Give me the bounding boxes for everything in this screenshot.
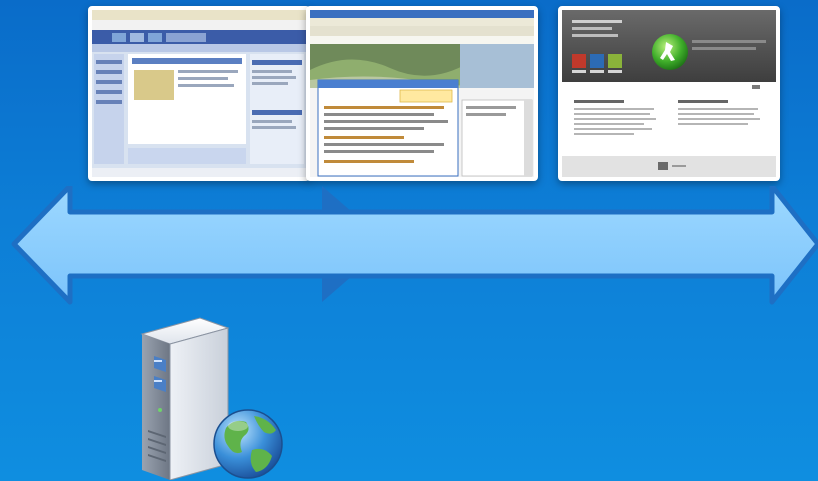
legacy-web-portal-screenshot xyxy=(88,6,310,181)
arrow-shape xyxy=(11,186,818,305)
modern-web-app-screenshot xyxy=(558,6,780,181)
legacy-portal-image xyxy=(92,10,306,177)
modern-web-app-image xyxy=(562,10,776,177)
browser-window-screenshot xyxy=(306,6,538,181)
browser-window-image xyxy=(310,10,534,177)
double-headed-arrow xyxy=(11,186,818,305)
arrow-notch-top xyxy=(322,186,352,212)
web-server-globe-icon xyxy=(140,317,283,480)
arrow-notch-bottom xyxy=(322,276,352,302)
diagram-canvas xyxy=(0,0,818,481)
